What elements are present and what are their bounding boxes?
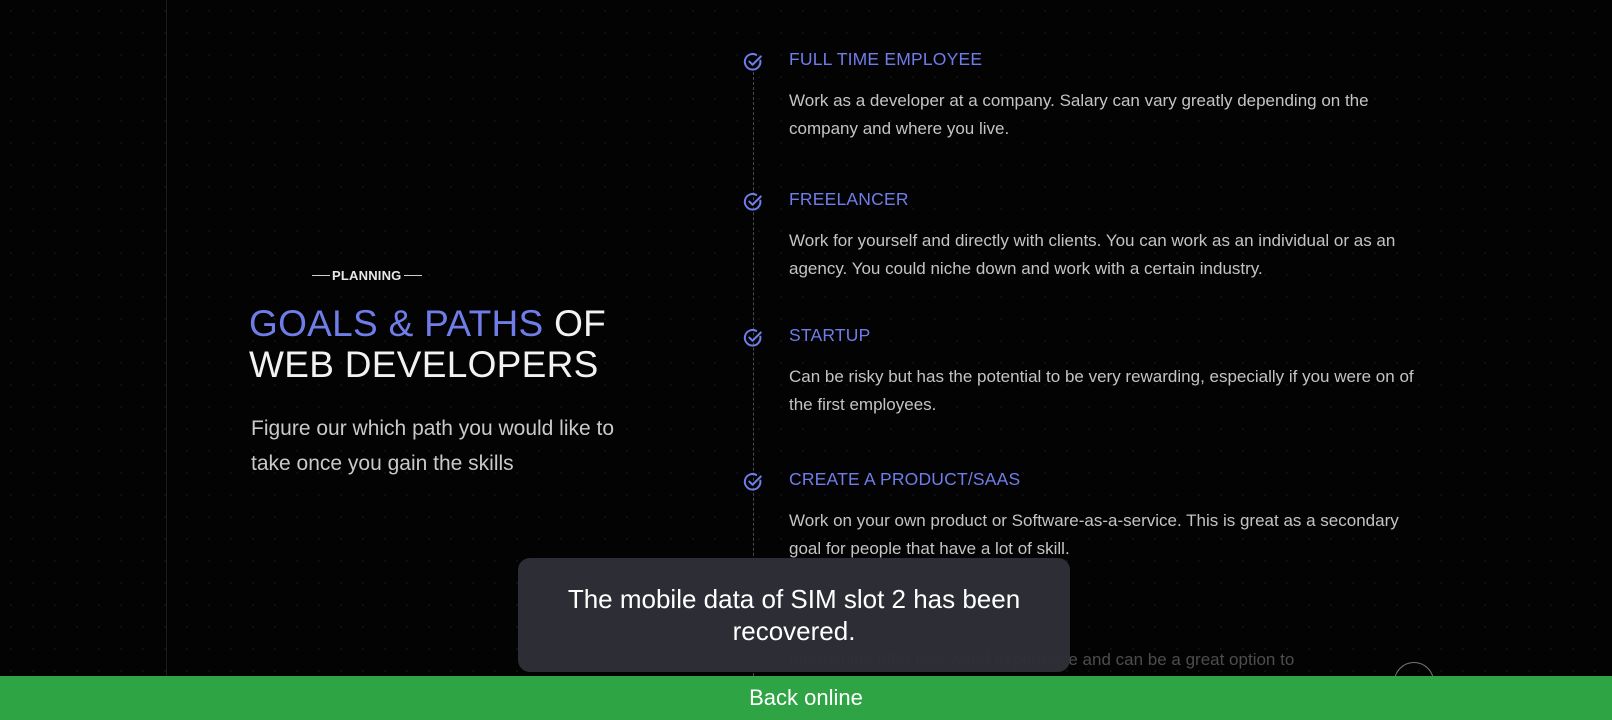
- check-circle-icon: [743, 473, 762, 491]
- timeline-item-title: FREELANCER: [789, 189, 909, 209]
- title-accent: GOALS & PATHS: [249, 303, 544, 344]
- timeline-item-description: Work on your own product or Software-as-…: [789, 511, 1399, 558]
- timeline-item-title: STARTUP: [789, 325, 871, 345]
- page-subtitle: Figure our which path you would like to …: [251, 417, 615, 475]
- check-circle-icon: [743, 329, 762, 347]
- toast-notification: The mobile data of SIM slot 2 has been r…: [518, 558, 1070, 672]
- page-title: GOALS & PATHS OF WEB DEVELOPERS: [249, 303, 669, 385]
- check-circle-icon: [743, 193, 762, 211]
- connection-status-text: Back online: [749, 685, 863, 710]
- timeline-item-description: Can be risky but has the potential to be…: [789, 367, 1414, 414]
- timeline-item-title: CREATE A PRODUCT/SAAS: [789, 469, 1021, 489]
- hero-section: PLANNING GOALS & PATHS OF WEB DEVELOPERS…: [249, 268, 669, 481]
- section-eyebrow: PLANNING: [312, 268, 669, 283]
- title-part-1: OF: [543, 303, 607, 344]
- timeline-item-title: FULL TIME EMPLOYEE: [789, 49, 983, 69]
- timeline-item-description: Work as a developer at a company. Salary…: [789, 91, 1369, 138]
- connection-status-banner: Back online: [0, 676, 1612, 720]
- title-part-2: WEB DEVELOPERS: [249, 344, 599, 385]
- eyebrow-label: PLANNING: [332, 268, 402, 283]
- divider: [166, 0, 167, 676]
- toast-message: The mobile data of SIM slot 2 has been r…: [567, 584, 1021, 646]
- timeline-item-description: Work for yourself and directly with clie…: [789, 231, 1396, 278]
- video-frame: PLANNING GOALS & PATHS OF WEB DEVELOPERS…: [0, 0, 1612, 720]
- check-circle-icon: [743, 53, 762, 71]
